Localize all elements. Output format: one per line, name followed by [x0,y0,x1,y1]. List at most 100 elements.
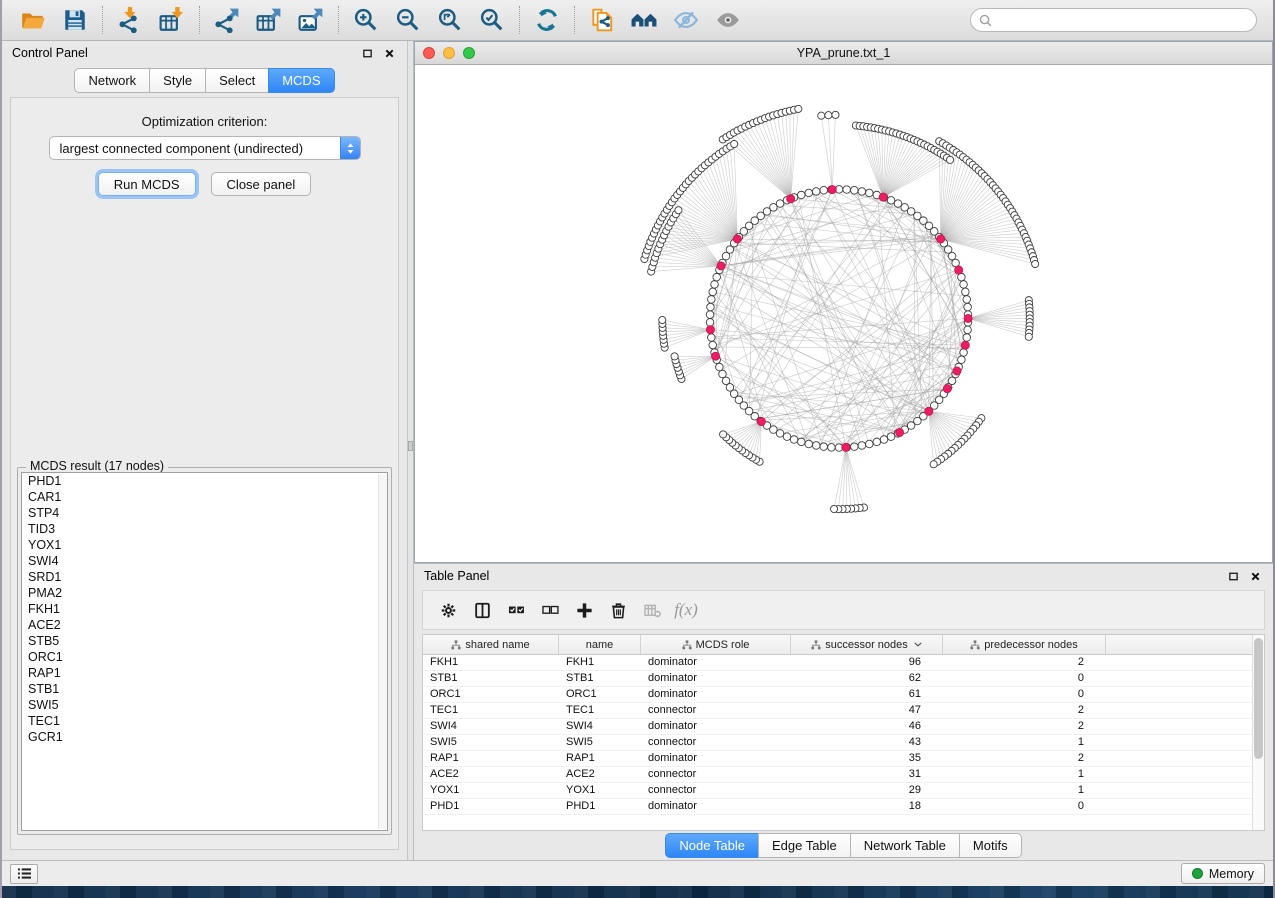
zoom-selected-button[interactable] [471,3,513,37]
maximize-window-icon[interactable] [463,47,475,59]
search-input[interactable] [997,13,1248,27]
cell-successor-nodes: 96 [791,655,943,670]
mcds-list-scrollbar[interactable] [378,474,387,829]
tab-style[interactable]: Style [149,68,206,93]
new-network-from-selection-button[interactable] [581,3,623,37]
show-all-button[interactable] [707,3,749,37]
task-history-button[interactable] [10,864,38,884]
memory-button[interactable]: Memory [1181,863,1265,884]
criterion-selected-value: largest connected component (undirected) [50,141,340,156]
zoom-fit-button[interactable] [429,3,471,37]
table-row-RAP1[interactable]: RAP1RAP1dominator352 [423,751,1252,767]
tab-edge-table[interactable]: Edge Table [758,833,851,858]
column-header-mcds-role[interactable]: MCDS role [641,635,791,654]
table-row-ACE2[interactable]: ACE2ACE2connector311 [423,767,1252,783]
new-column-button[interactable] [569,595,599,625]
minimize-window-icon[interactable] [443,47,455,59]
import-table-button[interactable] [151,3,193,37]
cell-mcds-role: dominator [641,719,791,734]
mcds-result-item[interactable]: SWI5 [22,697,387,713]
zoom-out-button[interactable] [387,3,429,37]
criterion-select[interactable]: largest connected component (undirected) [49,136,361,160]
float-panel-icon[interactable] [359,45,375,61]
column-header-predecessor-nodes[interactable]: predecessor nodes [943,635,1106,654]
first-neighbors-button[interactable] [623,3,665,37]
mcds-result-item[interactable]: YOX1 [22,537,387,553]
tab-node-table[interactable]: Node Table [665,833,759,858]
table-panel-title: Table Panel [424,569,1219,583]
delete-columns-button[interactable] [603,595,633,625]
mcds-result-item[interactable]: GCR1 [22,729,387,745]
close-table-panel-icon[interactable] [1247,568,1263,584]
save-session-button[interactable] [54,3,96,37]
toolbar-separator [102,6,103,34]
cell-name: ACE2 [559,767,641,782]
zoom-in-button[interactable] [345,3,387,37]
table-row-YOX1[interactable]: YOX1YOX1connector291 [423,783,1252,799]
table-scrollbar[interactable] [1252,635,1264,830]
mcds-result-item[interactable]: TEC1 [22,713,387,729]
mcds-result-item[interactable]: STB1 [22,681,387,697]
float-table-panel-icon[interactable] [1225,568,1241,584]
table-row-FKH1[interactable]: FKH1FKH1dominator962 [423,655,1252,671]
mcds-result-item[interactable]: PMA2 [22,585,387,601]
tab-motifs[interactable]: Motifs [959,833,1022,858]
close-panel-icon[interactable] [381,45,397,61]
column-header-filler [1106,635,1252,654]
splitter-grip[interactable] [408,441,413,451]
mcds-result-item[interactable]: SWI4 [22,553,387,569]
tab-network-table[interactable]: Network Table [850,833,960,858]
mcds-result-list[interactable]: PHD1CAR1STP4TID3YOX1SWI4SRD1PMA2FKH1ACE2… [21,472,388,831]
mcds-result-item[interactable]: STB5 [22,633,387,649]
mcds-result-item[interactable]: ORC1 [22,649,387,665]
tab-select[interactable]: Select [205,68,269,93]
mcds-result-item[interactable]: SRD1 [22,569,387,585]
open-file-button[interactable] [12,3,54,37]
mcds-result-item[interactable]: CAR1 [22,489,387,505]
table-options-icon [439,601,458,620]
cell-name: STB1 [559,671,641,686]
table-row-SWI4[interactable]: SWI4SWI4dominator462 [423,719,1252,735]
cell-predecessor-nodes: 1 [943,783,1106,798]
table-row-ORC1[interactable]: ORC1ORC1dominator610 [423,687,1252,703]
table-body: FKH1FKH1dominator962STB1STB1dominator620… [423,655,1252,815]
zoom-in-icon [353,7,379,33]
mcds-result-item[interactable]: STP4 [22,505,387,521]
mcds-result-item[interactable]: FKH1 [22,601,387,617]
close-panel-button[interactable]: Close panel [211,172,312,196]
hide-selected-button[interactable] [665,3,707,37]
table-row-STB1[interactable]: STB1STB1dominator620 [423,671,1252,687]
mcds-result-item[interactable]: TID3 [22,521,387,537]
mcds-result-item[interactable]: ACE2 [22,617,387,633]
network-canvas[interactable] [415,65,1272,562]
vertical-splitter[interactable] [407,41,414,860]
tab-mcds[interactable]: MCDS [268,68,334,93]
memory-label: Memory [1209,867,1254,881]
export-image-button[interactable] [290,3,332,37]
show-columns-button[interactable] [467,595,497,625]
tab-network[interactable]: Network [74,68,150,93]
close-window-icon[interactable] [423,47,435,59]
run-mcds-button[interactable]: Run MCDS [98,172,196,196]
column-header-name[interactable]: name [559,635,641,654]
export-table-button[interactable] [248,3,290,37]
table-row-TEC1[interactable]: TEC1TEC1connector472 [423,703,1252,719]
export-network-button[interactable] [206,3,248,37]
table-row-PHD1[interactable]: PHD1PHD1dominator180 [423,799,1252,815]
new-column-icon [575,601,594,620]
mcds-result-item[interactable]: PHD1 [22,473,387,489]
search-box[interactable] [970,8,1257,32]
select-all-button[interactable] [501,595,531,625]
refresh-view-button[interactable] [526,3,568,37]
mcds-result-item[interactable]: RAP1 [22,665,387,681]
table-scrollbar-thumb[interactable] [1254,638,1263,759]
toolbar-separator [574,6,575,34]
network-graph[interactable] [415,65,1272,562]
table-row-SWI5[interactable]: SWI5SWI5connector431 [423,735,1252,751]
import-network-button[interactable] [109,3,151,37]
deselect-all-button[interactable] [535,595,565,625]
column-header-successor-nodes[interactable]: successor nodes [791,635,943,654]
toolbar-separator [199,6,200,34]
table-options-button[interactable] [433,595,463,625]
column-header-shared-name[interactable]: shared name [423,635,559,654]
